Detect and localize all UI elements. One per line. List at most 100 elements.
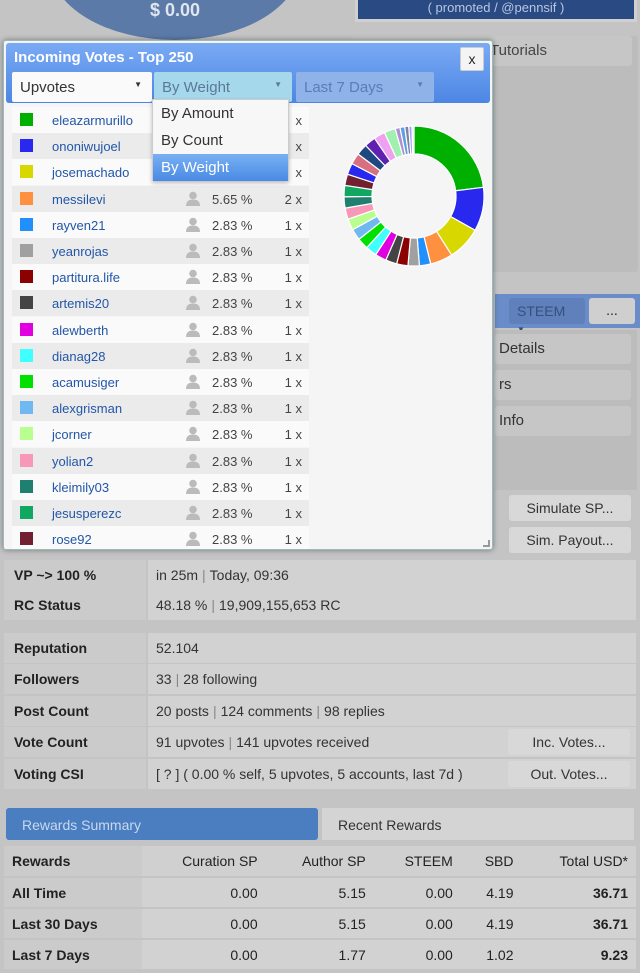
- voter-name-link[interactable]: dianag28: [52, 349, 106, 364]
- stat-value-part: 28 following: [183, 671, 258, 687]
- stat-row: Followers 33 | 28 following: [4, 664, 636, 694]
- user-icon: [186, 531, 200, 547]
- vote-count: 1 x: [284, 532, 302, 548]
- vote-weight: 2.83 %: [212, 375, 253, 390]
- inc-votes-button[interactable]: Inc. Votes...: [508, 729, 630, 755]
- vote-count: 1 x: [284, 479, 302, 495]
- resize-handle[interactable]: [483, 540, 490, 547]
- option-by-amount[interactable]: By Amount: [153, 100, 288, 127]
- rewards-cell: 1.77: [265, 939, 374, 971]
- voter-row[interactable]: alexgrisman 2.83 % 1 x: [12, 395, 309, 422]
- donut-slice[interactable]: [413, 125, 485, 192]
- stat-row: Post Count 20 posts | 124 comments | 98 repli…: [4, 696, 636, 726]
- type-select[interactable]: Upvotes ▼: [12, 72, 152, 102]
- vote-weight: 2.83 %: [212, 217, 253, 233]
- column-header: Author SP: [265, 846, 374, 878]
- out-votes-button[interactable]: Out. Votes...: [508, 761, 630, 787]
- voter-name-link[interactable]: rose92: [52, 532, 92, 547]
- voter-row[interactable]: rose92 2.83 % 1 x: [12, 526, 309, 549]
- vote-count: 1 x: [284, 375, 302, 390]
- vote-count: 2 x: [284, 191, 302, 207]
- tab-recent-rewards[interactable]: Recent Rewards: [322, 808, 634, 840]
- voter-name-link[interactable]: alexgrisman: [52, 401, 122, 416]
- voter-row[interactable]: rayven21 2.83 % 1 x: [12, 211, 309, 238]
- info-button[interactable]: Info: [495, 406, 631, 436]
- followers-button[interactable]: rs: [495, 370, 631, 400]
- option-by-weight[interactable]: By Weight: [153, 154, 288, 181]
- voter-name-link[interactable]: yeanrojas: [52, 244, 108, 259]
- vote-count: 1 x: [284, 296, 302, 312]
- rewards-cell: 5.15: [265, 877, 374, 909]
- sort-dropdown-menu: By Amount By Count By Weight: [152, 99, 289, 181]
- votes-donut-chart: [343, 125, 485, 267]
- more-button[interactable]: ...: [589, 298, 635, 324]
- close-button[interactable]: x: [460, 47, 484, 71]
- voter-name-link[interactable]: artemis20: [52, 296, 109, 311]
- user-icon: [186, 453, 200, 468]
- promo-banner[interactable]: ( promoted / @pennsif ): [355, 0, 637, 22]
- voter-name-link[interactable]: alewberth: [52, 323, 108, 338]
- voter-row[interactable]: messilevi 5.65 % 2 x: [12, 185, 309, 212]
- dialog-header[interactable]: Incoming Votes - Top 250 x Upvotes ▼ By W…: [6, 43, 490, 103]
- voter-name-link[interactable]: jcorner: [52, 427, 92, 442]
- vote-count: 1 x: [284, 270, 302, 286]
- rewards-cell: 1.02: [460, 939, 522, 971]
- sim-payout-button[interactable]: Sim. Payout...: [509, 527, 631, 553]
- voter-row[interactable]: yeanrojas 2.83 % 1 x: [12, 238, 309, 264]
- stat-value-part: 48.18 %: [156, 597, 208, 613]
- color-swatch: [20, 296, 33, 310]
- voter-name-link[interactable]: rayven21: [52, 218, 105, 233]
- voter-row[interactable]: artemis20 2.83 % 1 x: [12, 290, 309, 317]
- voter-row[interactable]: acamusiger 2.83 % 1 x: [12, 369, 309, 395]
- voter-name-link[interactable]: eleazarmurillo: [52, 113, 133, 128]
- voter-name-link[interactable]: jesusperezc: [52, 506, 121, 521]
- voter-row[interactable]: partitura.life 2.83 % 1 x: [12, 264, 309, 291]
- stat-value: in 25m | Today, 09:36: [148, 560, 636, 590]
- sort-select[interactable]: By Weight ▼: [154, 72, 292, 102]
- simulate-sp-button[interactable]: Simulate SP...: [509, 495, 631, 521]
- user-icon: [186, 479, 200, 494]
- period-select[interactable]: Last 7 Days ▼: [296, 72, 434, 102]
- balance-circle: $ 0.00: [50, 0, 300, 40]
- column-header: STEEM: [373, 846, 461, 878]
- stat-row: Reputation 52.104: [4, 633, 636, 663]
- vote-count: 1 x: [284, 217, 302, 233]
- option-by-count[interactable]: By Count: [153, 127, 288, 154]
- user-icon: [186, 400, 200, 416]
- voter-row[interactable]: yolian2 2.83 % 1 x: [12, 447, 309, 474]
- user-icon: [186, 505, 200, 520]
- voter-name-link[interactable]: kleimily03: [52, 480, 109, 495]
- rewards-row: Last 7 Days 0.00 1.77 0.00 1.02 9.23: [4, 939, 636, 971]
- stat-label: Vote Count: [4, 727, 146, 757]
- rewards-table: Rewards Curation SP Author SP STEEM SBD Total…: [4, 846, 636, 971]
- rewards-cell: 0.00: [373, 877, 461, 909]
- voter-row[interactable]: dianag28 2.83 % 1 x: [12, 342, 309, 369]
- details-button[interactable]: Details: [495, 334, 631, 364]
- voter-name-link[interactable]: josemachado: [52, 165, 129, 180]
- voter-row[interactable]: jesusperezc 2.83 % 1 x: [12, 500, 309, 526]
- tab-rewards-summary[interactable]: Rewards Summary: [6, 808, 318, 840]
- voter-name-link[interactable]: acamusiger: [52, 375, 119, 390]
- voter-name-link[interactable]: messilevi: [52, 192, 105, 207]
- stat-value-part: 20 posts: [156, 703, 209, 719]
- donut-slice[interactable]: [411, 125, 415, 155]
- stat-label: Followers: [4, 664, 146, 694]
- vote-count: 1 x: [284, 322, 302, 338]
- color-swatch: [20, 139, 33, 153]
- voter-row[interactable]: alewberth 2.83 % 1 x: [12, 316, 309, 343]
- voter-row[interactable]: jcorner 2.83 % 1 x: [12, 421, 309, 448]
- color-swatch: [20, 165, 33, 179]
- rewards-cell: 5.15: [265, 908, 374, 940]
- voter-name-link[interactable]: yolian2: [52, 454, 93, 469]
- vote-weight: 2.83 %: [212, 453, 253, 469]
- voter-name-link[interactable]: partitura.life: [52, 270, 120, 285]
- currency-select[interactable]: STEEM ▼: [509, 298, 585, 334]
- voter-row[interactable]: kleimily03 2.83 % 1 x: [12, 473, 309, 500]
- stat-value: 52.104: [148, 633, 636, 663]
- vote-weight: 2.83 %: [212, 506, 253, 521]
- color-swatch: [20, 479, 33, 493]
- voter-name-link[interactable]: ononiwujoel: [52, 139, 121, 154]
- rewards-cell: Last 7 Days: [4, 939, 142, 971]
- user-icon: [186, 217, 200, 232]
- rewards-row: Last 30 Days 0.00 5.15 0.00 4.19 36.71: [4, 908, 636, 940]
